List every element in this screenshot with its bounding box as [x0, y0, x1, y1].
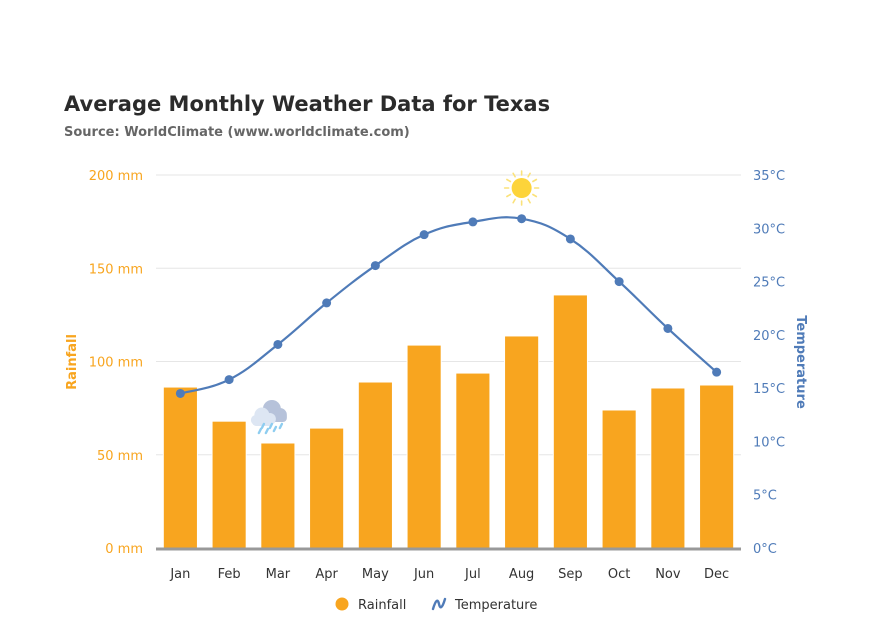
- rainfall-bar-aug[interactable]: [504, 335, 540, 549]
- sun-ray: [506, 193, 512, 198]
- rainfall-bar-mar[interactable]: [260, 442, 296, 549]
- legend-item-temperature[interactable]: Temperature: [431, 597, 537, 613]
- rainfall-bar-oct[interactable]: [601, 409, 637, 549]
- temperature-point-aug[interactable]: [517, 214, 527, 224]
- x-tick-label: Aug: [509, 567, 534, 582]
- x-tick-label: Apr: [315, 567, 338, 582]
- x-tick-label: Jan: [169, 567, 190, 582]
- x-axis-ticks: Jan Feb Mar Apr May Jun Jul Aug Sep Oct Nov Dec: [169, 567, 729, 582]
- weather-chart: Average Monthly Weather Data for Texas S…: [64, 92, 808, 614]
- chart-title: Average Monthly Weather Data for Texas: [64, 92, 550, 116]
- right-tick-label: 35°C: [753, 169, 785, 184]
- sun-icon: [503, 170, 540, 206]
- temperature-line: [180, 216, 718, 395]
- rainfall-bar-jan[interactable]: [162, 386, 198, 549]
- rainfall-bar-dec[interactable]: [699, 384, 735, 549]
- rainfall-bar-sep[interactable]: [552, 294, 588, 549]
- temperature-point-jul[interactable]: [468, 217, 478, 227]
- temperature-point-apr[interactable]: [322, 298, 332, 308]
- temperature-point-dec[interactable]: [712, 367, 722, 377]
- legend: Rainfall Temperature: [335, 597, 537, 614]
- sun-ray: [512, 172, 516, 178]
- x-tick-label: Nov: [655, 567, 681, 582]
- left-axis-ticks: 0 mm 50 mm 100 mm 150 mm 200 mm: [89, 169, 143, 557]
- right-tick-label: 30°C: [753, 222, 785, 237]
- left-tick-label: 150 mm: [89, 262, 143, 277]
- left-tick-label: 100 mm: [89, 356, 143, 371]
- rainfall-bar-apr[interactable]: [309, 427, 345, 549]
- x-tick-label: Jun: [413, 567, 434, 582]
- left-tick-label: 200 mm: [89, 169, 143, 184]
- chart-subtitle: Source: WorldClimate (www.worldclimate.c…: [64, 125, 410, 140]
- rainfall-bar-jul[interactable]: [455, 372, 491, 549]
- x-tick-label: May: [362, 567, 389, 582]
- x-tick-label: Feb: [218, 567, 241, 582]
- temperature-point-sep[interactable]: [565, 234, 575, 244]
- x-tick-label: Oct: [608, 567, 630, 582]
- right-tick-label: 10°C: [753, 435, 785, 450]
- sun-ray: [527, 198, 531, 204]
- legend-rainfall-symbol: [335, 597, 349, 611]
- x-tick-label: Sep: [558, 567, 583, 582]
- right-tick-label: 5°C: [753, 489, 777, 504]
- right-tick-label: 0°C: [753, 542, 777, 557]
- temperature-point-may[interactable]: [370, 261, 380, 271]
- legend-temperature-label: Temperature: [454, 598, 537, 613]
- temperature-point-jun[interactable]: [419, 230, 429, 240]
- rainfall-bar-nov[interactable]: [650, 387, 686, 549]
- legend-temperature-symbol: [431, 597, 447, 611]
- right-axis-ticks: 0°C 5°C 10°C 15°C 20°C 25°C 30°C 35°C: [753, 169, 785, 557]
- sun-ray: [506, 178, 512, 183]
- rainfall-bar-feb[interactable]: [211, 420, 247, 549]
- rainfall-bar-jun[interactable]: [406, 344, 442, 549]
- right-axis-title: Temperature: [793, 315, 808, 409]
- temperature-point-feb[interactable]: [224, 375, 234, 385]
- sun-ray: [512, 198, 516, 204]
- left-axis-title: Rainfall: [65, 334, 80, 390]
- x-tick-label: Mar: [266, 567, 291, 582]
- temperature-series: [175, 214, 722, 398]
- legend-rainfall-label: Rainfall: [358, 598, 406, 613]
- sun-ray: [527, 172, 531, 178]
- x-tick-label: Jul: [464, 567, 481, 582]
- temperature-point-nov[interactable]: [663, 323, 673, 333]
- sun-ray: [532, 193, 538, 198]
- rainfall-series: [162, 294, 735, 549]
- temperature-point-oct[interactable]: [614, 277, 624, 287]
- legend-item-rainfall[interactable]: Rainfall: [335, 597, 407, 614]
- right-tick-label: 25°C: [753, 276, 785, 291]
- temperature-point-mar[interactable]: [273, 339, 283, 349]
- right-tick-label: 20°C: [753, 329, 785, 344]
- right-tick-label: 15°C: [753, 382, 785, 397]
- rain-cloud-icon: [250, 400, 287, 435]
- x-tick-label: Dec: [704, 567, 729, 582]
- rainfall-bar-may[interactable]: [357, 381, 393, 549]
- left-tick-label: 0 mm: [105, 542, 143, 557]
- left-tick-label: 50 mm: [97, 449, 143, 464]
- sun-ray: [532, 178, 538, 183]
- temperature-point-jan[interactable]: [175, 388, 185, 398]
